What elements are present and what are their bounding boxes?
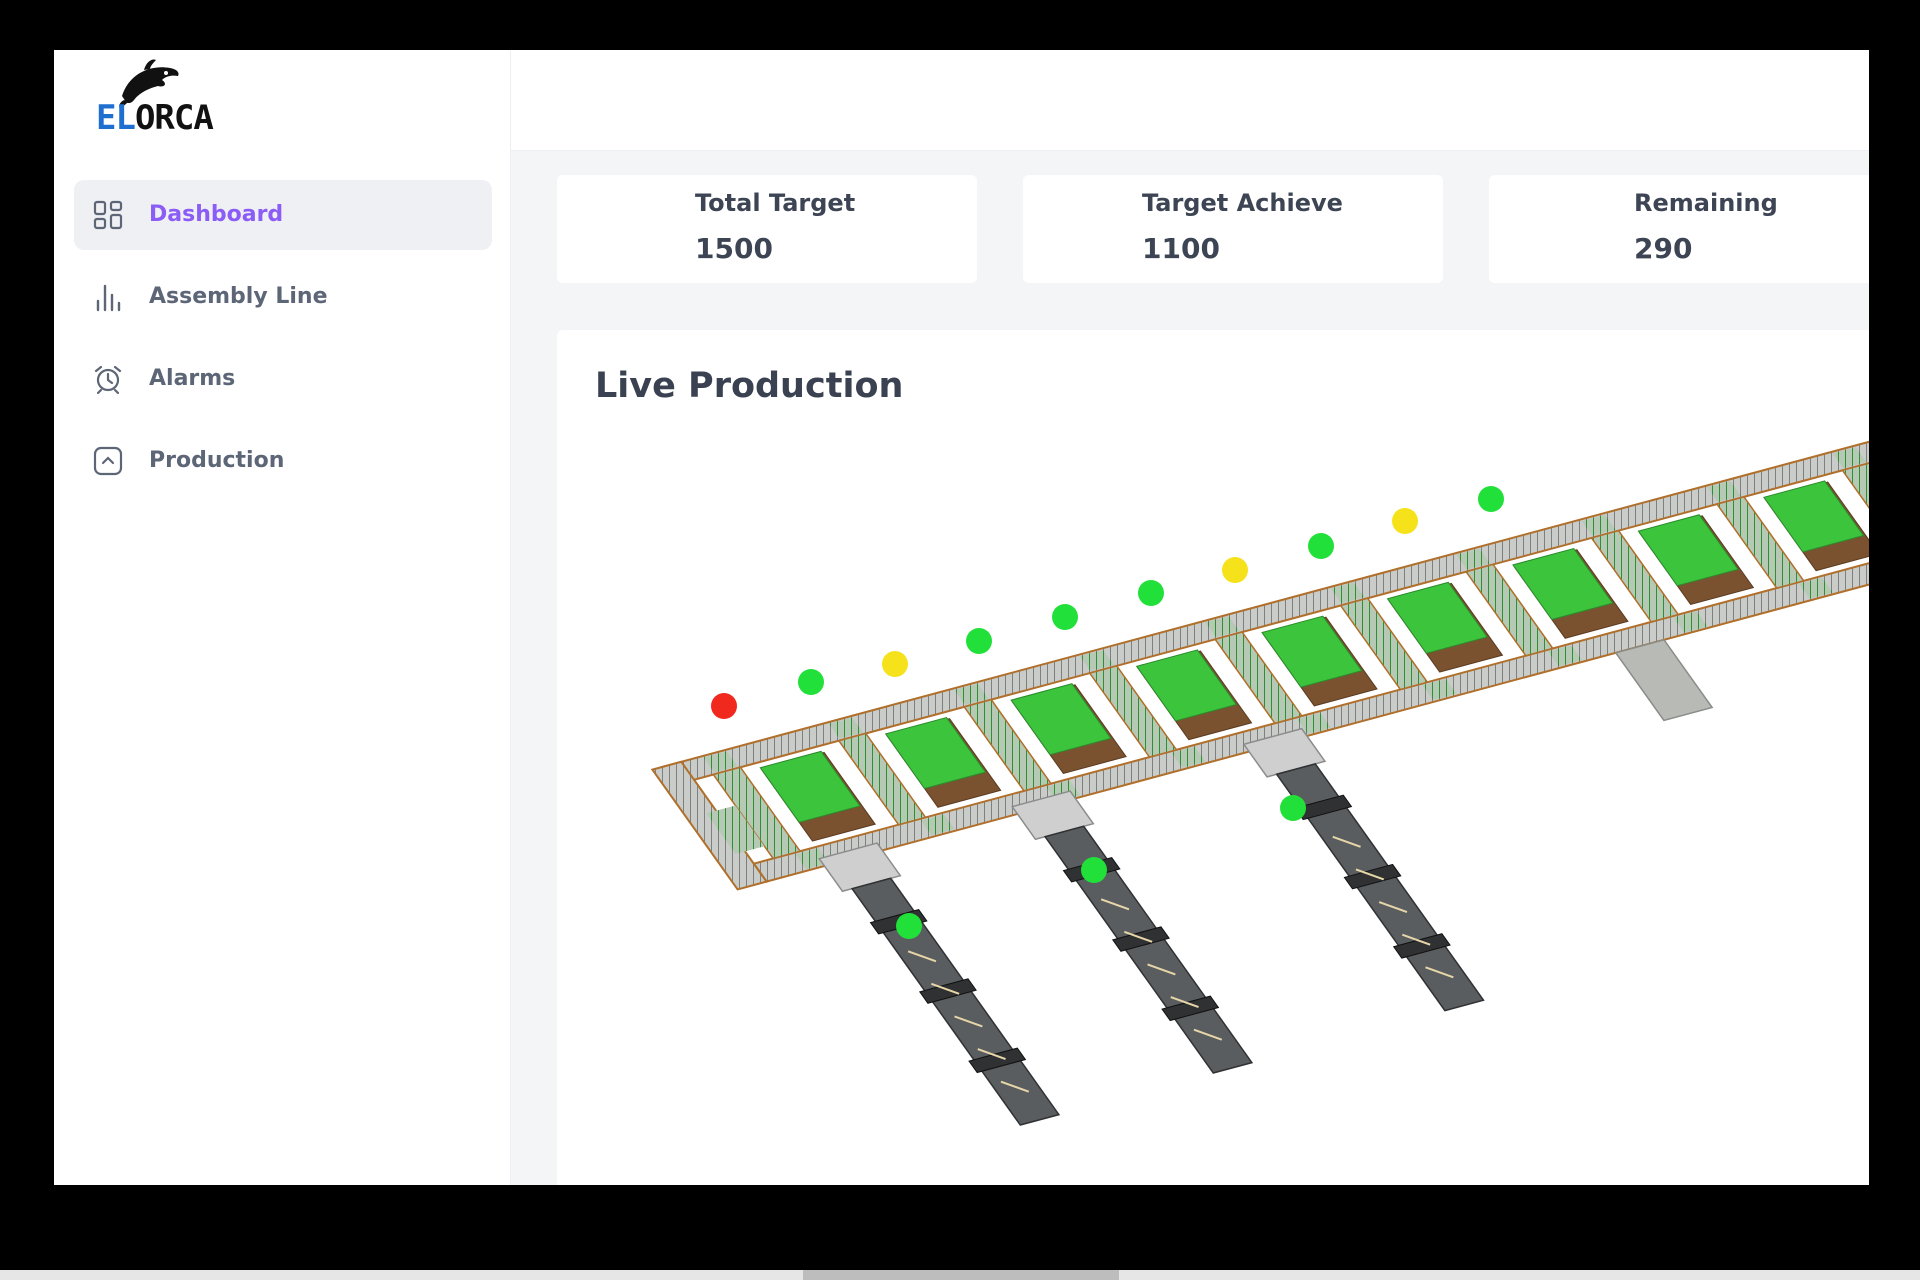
stat-card-total-target: Total Target 1500 xyxy=(557,175,977,283)
stat-value: 1100 xyxy=(1142,232,1220,265)
status-light[interactable] xyxy=(1081,857,1107,883)
top-header xyxy=(511,50,1869,151)
sidebar-item-alarms[interactable]: Alarms xyxy=(74,344,492,414)
alarm-clock-icon xyxy=(92,363,124,395)
stat-value: 1500 xyxy=(695,232,773,265)
app-screen: ELORCA Dashboard Assembly Line Alarms Pr… xyxy=(54,50,1869,1185)
status-light[interactable] xyxy=(798,669,824,695)
status-light[interactable] xyxy=(1138,580,1164,606)
conveyor-layout xyxy=(650,440,1869,1126)
status-light[interactable] xyxy=(966,628,992,654)
stat-value: 290 xyxy=(1634,232,1693,265)
stat-label: Remaining xyxy=(1634,189,1778,217)
machine-belt xyxy=(1275,763,1485,1012)
bar-chart-icon xyxy=(92,281,124,313)
sidebar-item-label: Alarms xyxy=(149,366,236,391)
status-light[interactable] xyxy=(1478,486,1504,512)
sidebar-item-production[interactable]: Production xyxy=(74,426,492,496)
device-notch xyxy=(803,1270,1119,1280)
sidebar-item-label: Production xyxy=(149,448,285,473)
stat-card-target-achieve: Target Achieve 1100 xyxy=(1023,175,1443,283)
machine-belt xyxy=(1043,825,1254,1074)
grid-icon xyxy=(92,199,124,231)
status-light[interactable] xyxy=(896,913,922,939)
chevron-up-square-icon xyxy=(92,445,124,477)
status-light[interactable] xyxy=(1222,557,1248,583)
status-light[interactable] xyxy=(1392,508,1418,534)
status-light[interactable] xyxy=(1308,533,1334,559)
status-light[interactable] xyxy=(711,693,737,719)
status-light[interactable] xyxy=(882,651,908,677)
sidebar-item-label: Dashboard xyxy=(149,202,284,227)
sidebar-item-assembly-line[interactable]: Assembly Line xyxy=(74,262,492,332)
stat-label: Target Achieve xyxy=(1142,189,1343,217)
sidebar-item-label: Assembly Line xyxy=(149,284,328,309)
brand-name: ELORCA xyxy=(96,98,214,138)
stat-card-remaining: Remaining 290 xyxy=(1489,175,1869,283)
logo[interactable]: ELORCA xyxy=(96,58,236,143)
sidebar: ELORCA Dashboard Assembly Line Alarms Pr… xyxy=(54,50,511,1185)
status-light[interactable] xyxy=(1280,795,1306,821)
stat-label: Total Target xyxy=(695,189,856,217)
machine-belt xyxy=(850,877,1061,1126)
live-production-panel: Live Production xyxy=(557,330,1869,1185)
sidebar-nav: Dashboard Assembly Line Alarms Productio… xyxy=(74,180,492,508)
sidebar-item-dashboard[interactable]: Dashboard xyxy=(74,180,492,250)
status-light[interactable] xyxy=(1052,604,1078,630)
branch-conveyor xyxy=(1614,638,1714,722)
production-line-illustration[interactable] xyxy=(557,330,1869,1185)
